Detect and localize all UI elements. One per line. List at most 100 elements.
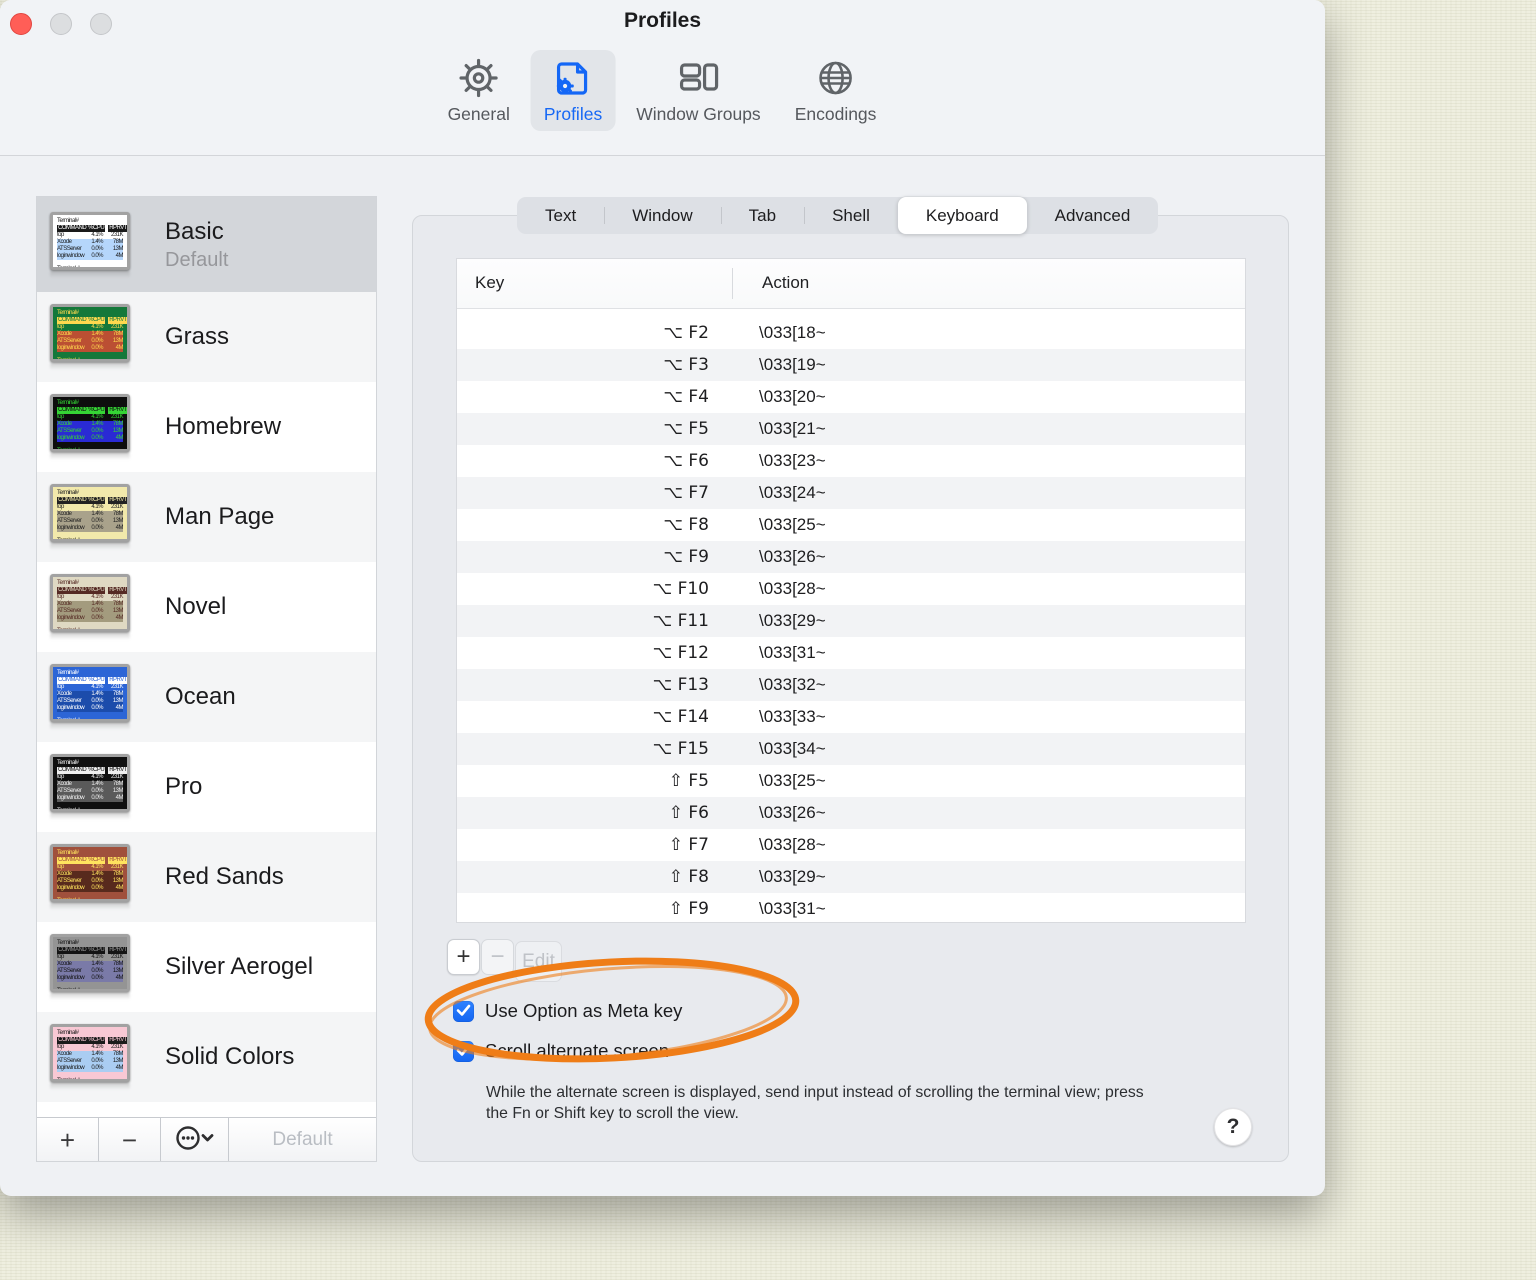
- scroll-alternate-screen-checkbox[interactable]: [453, 1040, 474, 1062]
- table-row[interactable]: ⌥ F5 \033[21~: [457, 413, 1245, 445]
- terminal-preview-icon: Terminal# COMMAND %CPU RPRVT top 4.1% 231K Xcod…: [50, 574, 130, 632]
- key-cell: ⌥ F14: [652, 707, 709, 727]
- profile-item-homebrew[interactable]: Terminal# COMMAND %CPU RPRVT top 4.1% 231K Xcod…: [37, 382, 376, 472]
- table-row[interactable]: ⌥ F14 \033[33~: [457, 701, 1245, 733]
- action-cell: \033[24~: [759, 483, 826, 502]
- toolbar-item-profiles[interactable]: Profiles: [530, 50, 616, 131]
- alternate-screen-help-text: While the alternate screen is displayed,…: [486, 1084, 1144, 1122]
- thumbnail-reflection: [50, 993, 130, 1000]
- set-default-button[interactable]: Default: [229, 1118, 376, 1161]
- profile-name: Homebrew: [165, 413, 282, 440]
- table-row[interactable]: ⌥ F3 \033[19~: [457, 349, 1245, 381]
- profile-name: Grass: [165, 323, 230, 350]
- key-cell: ⇧ F9: [668, 899, 709, 919]
- use-option-as-meta-checkbox[interactable]: [453, 1000, 474, 1022]
- key-cell: ⌥ F10: [652, 579, 709, 599]
- key-cell: ⌥ F9: [663, 547, 709, 567]
- tab-window[interactable]: Window: [604, 197, 720, 234]
- titlebar: Profiles General Profiles Window Groups …: [0, 0, 1325, 156]
- profile-actions-menu-button[interactable]: [161, 1118, 229, 1161]
- action-cell: \033[25~: [759, 515, 826, 534]
- tab-text[interactable]: Text: [517, 197, 604, 234]
- action-cell: \033[28~: [759, 579, 826, 598]
- profile-thumbnail: Terminal# COMMAND %CPU RPRVT top 4.1% 231K Xcod…: [50, 934, 136, 1000]
- profile-item-ocean[interactable]: Terminal# COMMAND %CPU RPRVT top 4.1% 231K Xcod…: [37, 652, 376, 742]
- table-row[interactable]: ⇧ F8 \033[29~: [457, 861, 1245, 893]
- profile-thumbnail: Terminal# COMMAND %CPU RPRVT top 4.1% 231K Xcod…: [50, 211, 136, 278]
- table-row[interactable]: ⇧ F6 \033[26~: [457, 797, 1245, 829]
- profile-thumbnail: Terminal# COMMAND %CPU RPRVT top 4.1% 231K Xcod…: [50, 304, 136, 370]
- table-row[interactable]: ⇧ F7 \033[28~: [457, 829, 1245, 861]
- profile-item-pro[interactable]: Terminal# COMMAND %CPU RPRVT top 4.1% 231K Xcod…: [37, 742, 376, 832]
- remove-profile-button[interactable]: −: [99, 1118, 161, 1161]
- key-cell: ⌥ F12: [652, 643, 709, 663]
- toolbar-item-general[interactable]: General: [435, 50, 523, 131]
- key-cell: ⌥ F8: [663, 515, 709, 535]
- help-button[interactable]: ?: [1214, 1108, 1252, 1146]
- table-header: Key Action: [457, 259, 1245, 309]
- toolbar-item-encodings[interactable]: Encodings: [782, 50, 890, 131]
- table-row[interactable]: ⌥ F8 \033[25~: [457, 509, 1245, 541]
- profile-name: Solid Colors: [165, 1043, 295, 1070]
- table-row[interactable]: ⌥ F11 \033[29~: [457, 605, 1245, 637]
- profile-item-novel[interactable]: Terminal# COMMAND %CPU RPRVT top 4.1% 231K Xcod…: [37, 562, 376, 652]
- window-groups-icon: [675, 57, 721, 99]
- add-profile-button[interactable]: +: [37, 1118, 99, 1161]
- terminal-preview-icon: Terminal# COMMAND %CPU RPRVT top 4.1% 231K Xcod…: [50, 304, 130, 362]
- checkmark-icon: [456, 1040, 471, 1062]
- add-binding-button[interactable]: +: [447, 939, 480, 975]
- key-cell: ⌥ F3: [663, 355, 709, 375]
- table-row[interactable]: ⇧ F5 \033[25~: [457, 765, 1245, 797]
- profile-sidebar: Terminal# COMMAND %CPU RPRVT top 4.1% 231K Xcod…: [36, 196, 377, 1162]
- desktop-background: Profiles General Profiles Window Groups …: [0, 0, 1536, 1280]
- key-cell: ⌥ F5: [663, 419, 709, 439]
- window-title: Profiles: [623, 9, 702, 32]
- action-cell: \033[34~: [759, 739, 826, 758]
- profile-name: Man Page: [165, 503, 275, 530]
- action-cell: \033[33~: [759, 707, 826, 726]
- edit-binding-button[interactable]: Edit: [515, 941, 562, 982]
- thumbnail-reflection: [50, 1083, 130, 1090]
- table-row[interactable]: ⌥ F9 \033[26~: [457, 541, 1245, 573]
- thumbnail-reflection: [50, 363, 130, 370]
- terminal-preview-icon: Terminal# COMMAND %CPU RPRVT top 4.1% 231K Xcod…: [50, 934, 130, 992]
- binding-actions: + − Edit: [447, 939, 562, 982]
- thumbnail-reflection: [50, 723, 130, 730]
- checkmark-icon: [456, 1000, 471, 1022]
- table-row[interactable]: ⌥ F12 \033[31~: [457, 637, 1245, 669]
- tab-tab[interactable]: Tab: [720, 197, 804, 234]
- key-cell: ⌥ F6: [663, 451, 709, 471]
- table-row[interactable]: ⇧ F9 \033[31~: [457, 893, 1245, 922]
- key-cell: ⇧ F6: [668, 803, 709, 823]
- profile-item-silver-aerogel[interactable]: Terminal# COMMAND %CPU RPRVT top 4.1% 231K Xcod…: [37, 922, 376, 1012]
- profile-thumbnail: Terminal# COMMAND %CPU RPRVT top 4.1% 231K Xcod…: [50, 844, 136, 910]
- globe-icon: [815, 57, 857, 99]
- action-cell: \033[29~: [759, 867, 826, 886]
- remove-binding-button[interactable]: −: [481, 939, 514, 975]
- tab-keyboard[interactable]: Keyboard: [897, 197, 1027, 234]
- table-row[interactable]: ⌥ F6 \033[23~: [457, 445, 1245, 477]
- profile-item-man-page[interactable]: Terminal# COMMAND %CPU RPRVT top 4.1% 231K Xcod…: [37, 472, 376, 562]
- use-option-as-meta-checkbox-row: Use Option as Meta key: [453, 1000, 682, 1022]
- profile-item-red-sands[interactable]: Terminal# COMMAND %CPU RPRVT top 4.1% 231K Xcod…: [37, 832, 376, 922]
- terminal-preview-icon: Terminal# COMMAND %CPU RPRVT top 4.1% 231K Xcod…: [50, 211, 130, 270]
- toolbar-item-window-groups[interactable]: Window Groups: [623, 50, 774, 131]
- tab-shell[interactable]: Shell: [804, 197, 898, 234]
- thumbnail-reflection: [50, 633, 130, 640]
- table-row[interactable]: ⌥ F13 \033[32~: [457, 669, 1245, 701]
- profile-item-solid-colors[interactable]: Terminal# COMMAND %CPU RPRVT top 4.1% 231K Xcod…: [37, 1012, 376, 1102]
- tab-advanced[interactable]: Advanced: [1027, 197, 1159, 234]
- key-cell: ⌥ F11: [652, 611, 709, 631]
- table-row[interactable]: ⌥ F4 \033[20~: [457, 381, 1245, 413]
- table-row[interactable]: ⌥ F15 \033[34~: [457, 733, 1245, 765]
- profile-thumbnail: Terminal# COMMAND %CPU RPRVT top 4.1% 231K Xcod…: [50, 394, 136, 460]
- table-row[interactable]: ⌥ F2 \033[18~: [457, 317, 1245, 349]
- thumbnail-reflection: [50, 903, 130, 910]
- thumbnail-reflection: [50, 543, 130, 550]
- sidebar-toolbar: + − Default: [37, 1117, 376, 1161]
- table-row[interactable]: ⌥ F7 \033[24~: [457, 477, 1245, 509]
- table-row[interactable]: ⌥ F10 \033[28~: [457, 573, 1245, 605]
- profile-item-basic[interactable]: Terminal# COMMAND %CPU RPRVT top 4.1% 231K Xcod…: [37, 197, 376, 292]
- action-cell: \033[32~: [759, 675, 826, 694]
- profile-item-grass[interactable]: Terminal# COMMAND %CPU RPRVT top 4.1% 231K Xcod…: [37, 292, 376, 382]
